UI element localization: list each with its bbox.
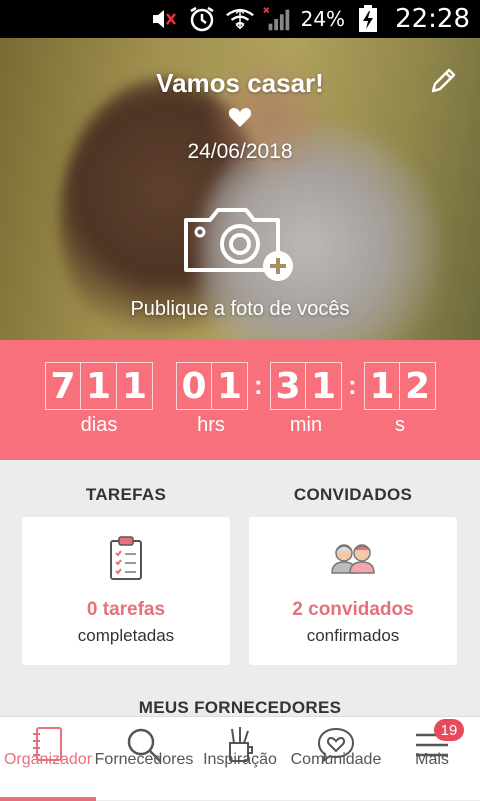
countdown-separator: : [348,370,357,400]
tab-inspiracao[interactable]: Inspiração [192,717,288,801]
alarm-icon [187,6,217,32]
clock: 22:28 [395,4,470,34]
tasks-heading: TAREFAS [85,485,167,504]
guests-couple-icon [328,533,378,583]
tab-comunidade[interactable]: Comunidade [288,717,384,801]
wedding-title: Vamos casar! [156,68,324,98]
tab-label: Inspiração [203,751,277,768]
tab-label: Comunidade [290,751,382,768]
publish-photo-label[interactable]: Publique a foto de vocês [0,298,480,321]
tab-fornecedores[interactable]: Fornecedores [95,717,193,801]
battery-charging-icon [353,5,383,32]
hours-digits: 0 1 [176,362,248,410]
countdown-digit: 1 [212,362,248,410]
tasks-card[interactable]: 0 tarefas completadas [22,517,230,665]
hero-banner: Vamos casar! 24/06/2018 Publique a foto … [0,38,480,340]
suppliers-heading: MEUS FORNECEDORES [138,698,342,717]
countdown-digit: 1 [364,362,400,410]
countdown-digit: 1 [306,362,342,410]
battery-percentage: 24% [300,7,346,31]
days-label: dias [80,414,118,436]
countdown-digit: 1 [81,362,117,410]
countdown-digit: 3 [270,362,306,410]
minutes-digits: 3 1 [270,362,342,410]
tab-label: Mais [415,751,449,768]
tab-organizador[interactable]: Organizador [0,717,96,801]
countdown-separator: : [254,370,263,400]
heart-icon [228,106,252,128]
guests-card[interactable]: 2 convidados confirmados [249,517,457,665]
seconds-digits: 1 2 [364,362,436,410]
mute-icon [149,6,179,32]
bottom-tab-bar: Organizador Fornecedores Inspiração Comu… [0,716,480,801]
tab-label: Fornecedores [94,751,194,768]
guests-heading: CONVIDADOS [293,485,413,504]
wedding-date: 24/06/2018 [187,140,293,163]
countdown-digit: 7 [45,362,81,410]
tasks-count: 0 tarefas [86,599,166,620]
guests-subtitle: confirmados [306,626,400,645]
seconds-label: s [395,414,405,436]
tab-mais[interactable]: Mais [384,717,480,801]
countdown-digit: 0 [176,362,212,410]
countdown-digit: 1 [117,362,153,410]
days-digits: 7 1 1 [45,362,153,410]
tab-label: Organizador [3,751,93,768]
edit-pencil-icon[interactable] [428,66,458,96]
guests-count: 2 convidados [292,599,414,620]
clipboard-checklist-icon [101,533,151,583]
tasks-subtitle: completadas [77,626,175,645]
wifi-icon [225,6,255,32]
countdown-digit: 2 [400,362,436,410]
add-photo-camera-icon[interactable] [182,204,300,284]
status-bar: 24% 22:28 [0,0,480,38]
countdown-panel: 7 1 1 0 1 : 3 1 : 1 2 dias hrs min s [0,340,480,460]
signal-icon [262,6,293,32]
notification-badge: 19 [434,719,464,741]
